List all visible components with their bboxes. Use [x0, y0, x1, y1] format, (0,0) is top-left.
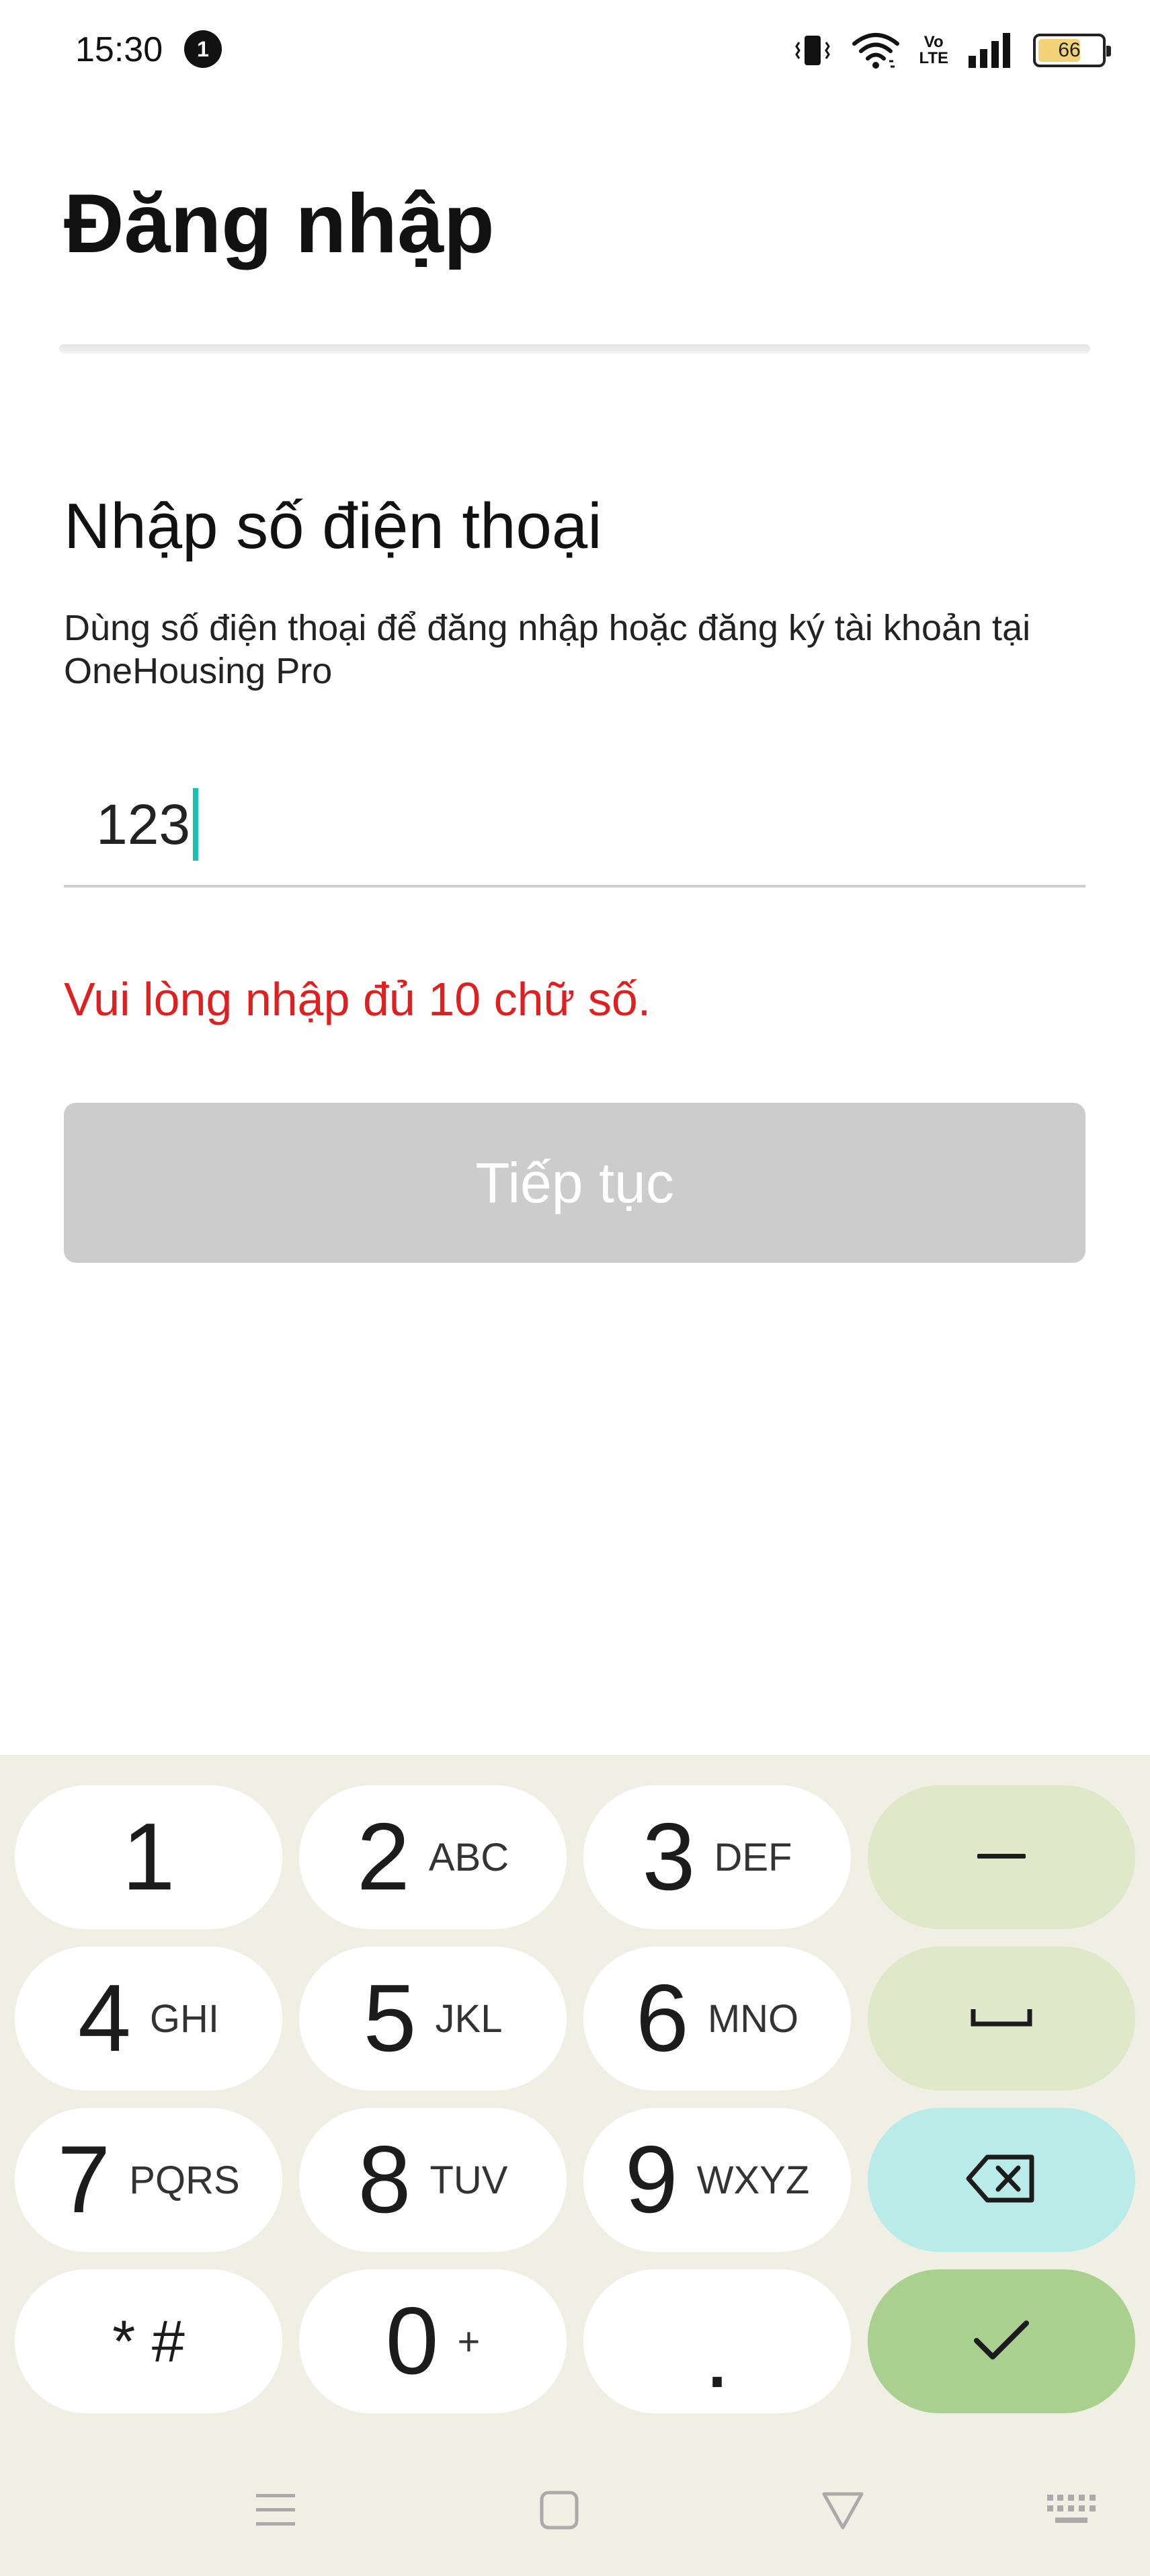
- signal-icon: [967, 32, 1014, 69]
- volte-label-bottom: LTE: [919, 49, 948, 67]
- key-9[interactable]: 9 WXYZ: [583, 2108, 851, 2252]
- keyboard-switch-button[interactable]: [1044, 2485, 1098, 2538]
- home-icon: [539, 2490, 579, 2534]
- home-button[interactable]: [532, 2485, 586, 2538]
- key-2[interactable]: 2 ABC: [299, 1785, 567, 1929]
- notification-badge: 1: [184, 30, 222, 68]
- key-symbols: * #: [112, 2308, 185, 2374]
- continue-button[interactable]: Tiếp tục: [64, 1103, 1085, 1263]
- key-letters: +: [457, 2319, 481, 2364]
- system-nav-bar: [0, 2448, 1150, 2576]
- minus-icon: [975, 1846, 1028, 1869]
- space-icon: [969, 2004, 1034, 2034]
- key-dot-label: .: [704, 2301, 731, 2408]
- key-number: 5: [363, 1965, 417, 2072]
- vibrate-icon: [792, 30, 833, 71]
- menu-icon: [255, 2491, 296, 2532]
- status-bar: 15:30 1 Vo LTE 66: [0, 0, 1150, 101]
- section-title: Nhập số điện thoại: [64, 490, 602, 562]
- key-3[interactable]: 3 DEF: [583, 1785, 851, 1929]
- page-title: Đăng nhập: [64, 178, 495, 270]
- status-time: 15:30: [75, 30, 163, 69]
- backspace-key[interactable]: [868, 2108, 1135, 2252]
- key-number: 7: [57, 2126, 111, 2233]
- key-number: 4: [77, 1965, 131, 2072]
- error-message: Vui lòng nhập đủ 10 chữ số.: [64, 973, 651, 1025]
- key-letters: JKL: [435, 1996, 503, 2041]
- key-letters: PQRS: [129, 2158, 240, 2202]
- key-6[interactable]: 6 MNO: [583, 1947, 851, 2091]
- key-number: 9: [624, 2126, 678, 2233]
- phone-input[interactable]: 123: [64, 767, 1085, 888]
- volte-label-top: Vo: [923, 33, 944, 51]
- back-icon: [821, 2490, 864, 2534]
- key-number: 8: [358, 2126, 411, 2233]
- back-button[interactable]: [816, 2485, 870, 2538]
- key-letters: TUV: [429, 2158, 508, 2202]
- done-key[interactable]: [868, 2269, 1135, 2413]
- key-number: 3: [642, 1803, 696, 1910]
- key-5[interactable]: 5 JKL: [299, 1947, 567, 2091]
- key-4[interactable]: 4 GHI: [15, 1947, 282, 2091]
- battery-percent: 66: [1058, 39, 1081, 61]
- phone-input-content[interactable]: 123: [96, 788, 199, 861]
- key-8[interactable]: 8 TUV: [299, 2108, 567, 2252]
- header-divider: [59, 344, 1090, 354]
- key-number: 0: [385, 2288, 439, 2394]
- minus-key[interactable]: [868, 1785, 1135, 1929]
- key-0[interactable]: 0 +: [299, 2269, 567, 2413]
- space-key[interactable]: [868, 1947, 1135, 2091]
- text-caret: [193, 788, 199, 861]
- key-letters: MNO: [707, 1996, 799, 2041]
- key-letters: ABC: [428, 1835, 509, 1879]
- key-letters: GHI: [149, 1996, 220, 2041]
- volte-icon: Vo LTE: [919, 34, 948, 67]
- key-1[interactable]: 1: [15, 1785, 282, 1929]
- key-dot[interactable]: .: [583, 2269, 851, 2413]
- checkmark-icon: [971, 2316, 1032, 2367]
- menu-button[interactable]: [249, 2485, 302, 2538]
- battery-icon: 66: [1033, 34, 1111, 67]
- backspace-icon: [964, 2152, 1038, 2209]
- key-star-hash[interactable]: * #: [15, 2269, 282, 2413]
- key-number: 2: [356, 1803, 410, 1910]
- wifi-icon: [852, 30, 900, 71]
- keyboard-icon: [1046, 2493, 1097, 2530]
- status-icons: Vo LTE 66: [792, 27, 1111, 74]
- key-letters: DEF: [714, 1835, 792, 1879]
- key-number: 1: [122, 1803, 175, 1910]
- key-7[interactable]: 7 PQRS: [15, 2108, 282, 2252]
- phone-input-value: 123: [96, 792, 191, 856]
- key-letters: WXYZ: [696, 2158, 810, 2202]
- description-text: Dùng số điện thoại để đăng nhập hoặc đăn…: [64, 608, 1031, 691]
- key-number: 6: [635, 1965, 689, 2072]
